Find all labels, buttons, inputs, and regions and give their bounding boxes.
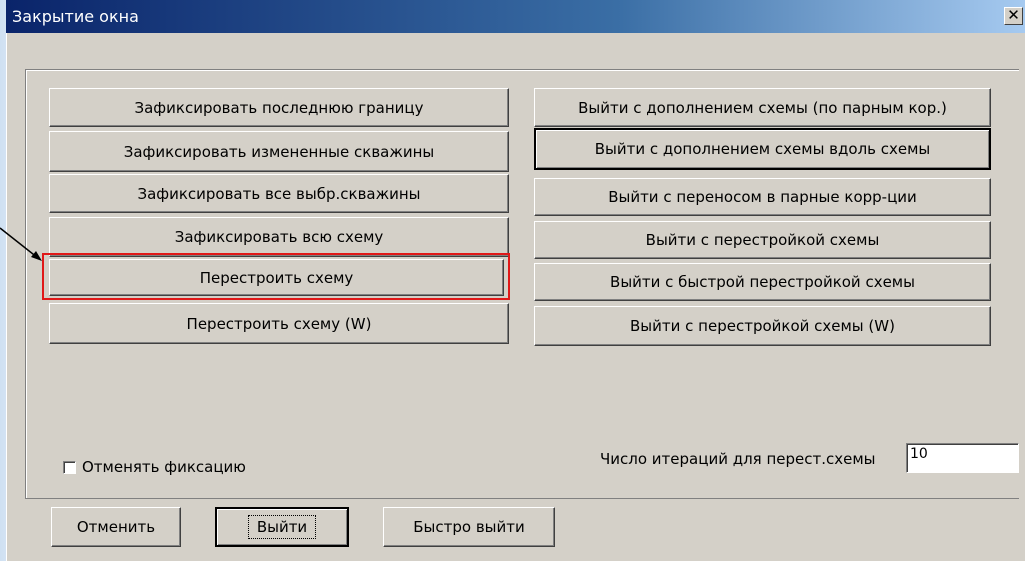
fix-selected-wells-label: Зафиксировать все выбр.скважины — [137, 184, 421, 203]
pointer-arrow-icon — [0, 227, 42, 261]
fix-changed-wells-label: Зафиксировать измененные скважины — [123, 142, 435, 161]
close-icon[interactable]: ✕ — [1004, 7, 1023, 25]
cancel-fixation-label: Отменять фиксацию — [82, 458, 246, 476]
exit-rebuild-scheme-w-button[interactable]: Выйти с перестройкой схемы (W) — [534, 306, 991, 346]
title-bar[interactable]: Закрытие окна ✕ — [6, 0, 1025, 33]
exit-add-scheme-along-button[interactable]: Выйти с дополнением схемы вдоль схемы — [534, 128, 991, 170]
fix-selected-wells-button[interactable]: Зафиксировать все выбр.скважины — [49, 174, 509, 213]
fix-whole-scheme-button[interactable]: Зафиксировать всю схему — [49, 217, 509, 257]
highlight-frame — [42, 253, 510, 300]
exit-add-scheme-along-label: Выйти с дополнением схемы вдоль схемы — [594, 140, 931, 158]
cancel-fixation-checkbox[interactable] — [63, 460, 76, 474]
exit-button[interactable]: Выйти — [215, 507, 349, 547]
exit-add-scheme-pairs-button[interactable]: Выйти с дополнением схемы (по парным кор… — [534, 88, 991, 127]
rebuild-scheme-w-label: Перестроить схему (W) — [186, 314, 372, 333]
rebuild-scheme-w-button[interactable]: Перестроить схему (W) — [49, 303, 509, 344]
exit-rebuild-scheme-w-label: Выйти с перестройкой схемы (W) — [630, 317, 895, 335]
iterations-label: Число итераций для перест.схемы — [600, 450, 876, 468]
quick-exit-button-label: Быстро выйти — [413, 518, 525, 536]
fix-whole-scheme-label: Зафиксировать всю схему — [174, 228, 384, 246]
fix-changed-wells-button[interactable]: Зафиксировать измененные скважины — [49, 131, 509, 172]
cancel-fixation-option[interactable]: Отменять фиксацию — [63, 458, 246, 476]
cancel-button[interactable]: Отменить — [51, 507, 181, 547]
fix-last-boundary-label: Зафиксировать последнюю границу — [134, 98, 424, 117]
exit-add-scheme-pairs-label: Выйти с дополнением схемы (по парным кор… — [578, 98, 947, 117]
quick-exit-button[interactable]: Быстро выйти — [383, 507, 555, 547]
exit-transfer-pairs-label: Выйти с переносом в парные корр-ции — [608, 188, 917, 206]
exit-rebuild-scheme-label: Выйти с перестройкой схемы — [645, 231, 880, 249]
iterations-input[interactable]: 10 — [906, 443, 1019, 473]
fix-last-boundary-button[interactable]: Зафиксировать последнюю границу — [49, 88, 509, 127]
exit-rebuild-scheme-button[interactable]: Выйти с перестройкой схемы — [534, 221, 991, 259]
exit-transfer-pairs-button[interactable]: Выйти с переносом в парные корр-ции — [534, 178, 991, 216]
cancel-button-label: Отменить — [76, 518, 156, 536]
exit-quick-rebuild-button[interactable]: Выйти с быстрой перестройкой схемы — [534, 263, 991, 301]
exit-quick-rebuild-label: Выйти с быстрой перестройкой схемы — [610, 273, 915, 291]
exit-button-label: Выйти — [247, 515, 317, 539]
